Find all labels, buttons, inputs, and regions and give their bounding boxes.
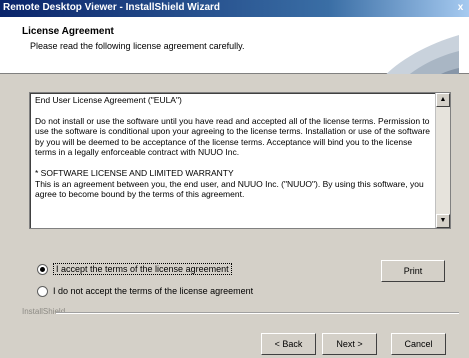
page-title: License Agreement — [22, 26, 114, 37]
scroll-up-icon[interactable]: ▲ — [436, 93, 450, 107]
decline-label: I do not accept the terms of the license… — [53, 286, 254, 296]
wizard-body: End User License Agreement ("EULA") Do n… — [0, 74, 469, 358]
footer-divider — [56, 312, 459, 314]
radio-unselected-icon — [37, 286, 48, 298]
license-paragraph: This is an agreement between you, the en… — [35, 178, 424, 200]
vertical-scrollbar[interactable]: ▲ ▼ — [435, 93, 450, 228]
accept-label: I accept the terms of the license agreem… — [53, 263, 232, 275]
license-paragraph: End User License Agreement ("EULA") — [35, 95, 182, 105]
license-paragraph: Do not install or use the software until… — [35, 115, 431, 158]
page-subtitle: Please read the following license agreem… — [30, 41, 245, 51]
wizard-header: License Agreement Please read the follow… — [0, 17, 469, 89]
scroll-down-icon[interactable]: ▼ — [436, 214, 450, 228]
accept-radio[interactable]: I accept the terms of the license agreem… — [37, 263, 232, 276]
license-paragraph: * SOFTWARE LICENSE AND LIMITED WARRANTY — [35, 167, 234, 178]
print-button[interactable]: Print — [381, 260, 445, 282]
decline-radio[interactable]: I do not accept the terms of the license… — [37, 286, 254, 298]
next-button[interactable]: Next > — [322, 333, 377, 355]
cancel-button[interactable]: Cancel — [391, 333, 446, 355]
back-button[interactable]: < Back — [261, 333, 316, 355]
installshield-wizard-window: Remote Desktop Viewer - InstallShield Wi… — [0, 0, 469, 358]
close-icon[interactable]: x — [455, 2, 466, 13]
license-text: End User License Agreement ("EULA") Do n… — [35, 95, 430, 200]
license-text-box[interactable]: End User License Agreement ("EULA") Do n… — [29, 92, 451, 229]
radio-selected-icon — [37, 264, 48, 276]
title-bar[interactable]: Remote Desktop Viewer - InstallShield Wi… — [0, 0, 469, 17]
window-title: Remote Desktop Viewer - InstallShield Wi… — [3, 2, 221, 13]
